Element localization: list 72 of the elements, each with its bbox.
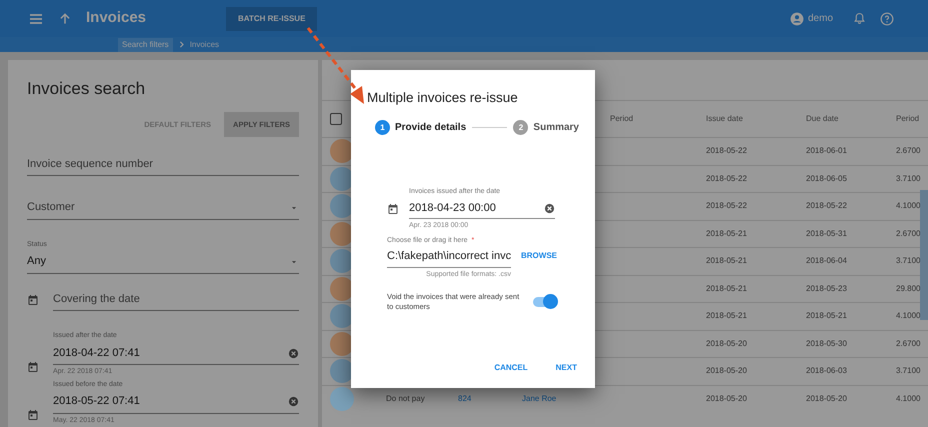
clear-icon[interactable] <box>288 348 299 358</box>
table-cell-text: 2018-05-22 <box>806 200 848 212</box>
input-field[interactable]: Customer <box>27 196 299 220</box>
batch-reissue-button[interactable]: BATCH RE-ISSUE <box>226 6 318 30</box>
table-cell-text: 4.1000 <box>896 392 922 405</box>
column-header: Due date <box>806 113 840 125</box>
up-arrow-icon[interactable] <box>58 12 72 26</box>
table-cell-text: Do not pay <box>386 392 426 405</box>
column-header: Issue date <box>706 113 744 125</box>
browse-button[interactable]: BROWSE <box>515 246 563 266</box>
table-cell-text: 2.6700 <box>896 145 922 158</box>
cancel-button[interactable]: CANCEL <box>488 358 534 378</box>
step-number[interactable]: 1 <box>375 120 390 136</box>
input-field[interactable]: 2018-05-22 07:41 <box>53 390 299 414</box>
table-cell-text: 3.7100 <box>896 365 922 378</box>
help-icon[interactable] <box>880 12 894 26</box>
table-cell-text: 2018-06-04 <box>806 255 848 268</box>
table-cell-text: 2018-05-21 <box>706 228 748 240</box>
table-cell-text: 2018-05-21 <box>706 282 748 295</box>
page-title: Invoices <box>86 8 148 28</box>
column-header: Period <box>610 113 634 125</box>
clear-icon[interactable] <box>288 396 299 407</box>
step-label[interactable]: Provide details <box>395 120 466 136</box>
table-cell-text: 2018-05-22 <box>706 200 748 212</box>
file-field[interactable]: C:\fakepath\incorrect invc <box>387 246 511 268</box>
table-cell-text: 2018-05-20 <box>706 338 748 350</box>
table-cell-text: 2018-05-30 <box>806 338 848 350</box>
table-cell-text: 2018-05-21 <box>806 310 848 322</box>
clear-icon[interactable] <box>544 202 555 214</box>
checkbox[interactable] <box>330 113 342 125</box>
date-field[interactable]: 2018-04-23 00:00 <box>409 198 555 220</box>
table-cell-text: 2018-05-20 <box>706 365 748 378</box>
account-icon[interactable] <box>790 12 804 26</box>
calendar-icon[interactable] <box>27 360 39 373</box>
dialog-title: Multiple invoices re-issue <box>367 89 519 107</box>
table-cell-text: 2.6700 <box>896 228 922 240</box>
table-cell-text: 2018-05-20 <box>706 392 748 405</box>
table-cell-text: 2018-05-22 <box>706 145 748 158</box>
table-cell-text: 4.1000 <box>896 310 922 322</box>
panel-title: Invoices search <box>27 78 146 100</box>
calendar-icon[interactable] <box>387 203 399 216</box>
table-cell-text: 2018-06-01 <box>806 145 848 158</box>
input-field[interactable]: Invoice sequence number <box>27 152 299 176</box>
table-cell-text: 2018-05-20 <box>806 392 848 405</box>
user-name[interactable]: demo <box>808 11 833 26</box>
table-cell-text: 2018-05-21 <box>706 255 748 268</box>
table-cell-text: 2018-05-22 <box>706 172 748 185</box>
input-field[interactable]: Any <box>27 250 299 274</box>
table-cell-text: 2.6700 <box>896 338 922 350</box>
step-number[interactable]: 2 <box>513 120 528 136</box>
table-cell-text: 3.7100 <box>896 172 922 185</box>
table-cell-text: 29.800 <box>896 282 922 295</box>
step-label[interactable]: Summary <box>533 120 579 136</box>
breadcrumb-link[interactable]: Search filters <box>118 38 173 52</box>
table-cell-text: 2018-06-03 <box>806 365 848 378</box>
table-cell-text: 824 <box>458 392 472 405</box>
input-field[interactable]: 2018-04-22 07:41 <box>53 342 299 366</box>
table-cell-text: 2018-05-23 <box>806 282 848 295</box>
breadcrumb-link[interactable]: Invoices <box>190 38 220 50</box>
table-cell-text: 4.1000 <box>896 200 922 212</box>
table-cell-text: 2018-06-05 <box>806 172 848 185</box>
table-cell-text: 2018-05-21 <box>706 310 748 322</box>
next-button[interactable]: NEXT <box>550 358 583 378</box>
bell-icon[interactable] <box>853 12 866 25</box>
table-cell-text: 2018-05-31 <box>806 228 848 240</box>
table-cell-text: Jane Roe <box>522 392 558 405</box>
column-header: Period <box>896 113 920 125</box>
toggle-switch[interactable] <box>533 297 555 307</box>
table-cell-text: 3.7100 <box>896 255 922 268</box>
calendar-icon[interactable] <box>27 409 39 422</box>
input-field[interactable]: Covering the date <box>53 288 299 312</box>
calendar-icon[interactable] <box>27 294 39 306</box>
